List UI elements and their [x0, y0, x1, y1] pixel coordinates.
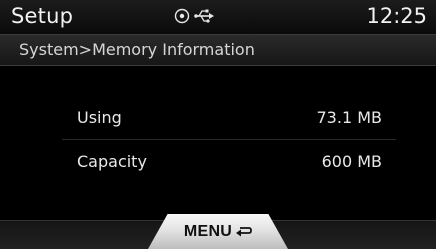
breadcrumb-bar: System>Memory Information: [0, 35, 436, 66]
capacity-value: 600 MB: [321, 152, 382, 171]
using-label: Using: [77, 108, 122, 127]
usb-icon: [194, 9, 214, 23]
capacity-label: Capacity: [77, 152, 147, 171]
using-value: 73.1 MB: [316, 108, 383, 127]
memory-row-using: Using 73.1 MB: [62, 96, 396, 140]
return-arrow-icon: [236, 226, 253, 238]
status-bar: Setup 12:25: [0, 0, 436, 35]
memory-info-panel: Using 73.1 MB Capacity 600 MB: [0, 66, 436, 220]
page-title: Setup: [11, 4, 74, 28]
menu-button[interactable]: MENU: [148, 214, 288, 249]
menu-label: MENU: [183, 222, 233, 240]
disc-icon: [174, 8, 190, 24]
breadcrumb: System>Memory Information: [19, 40, 255, 59]
clock: 12:25: [366, 4, 427, 28]
status-icons: [174, 7, 214, 25]
screen: Setup 12:25 System>Memory Information Us…: [0, 0, 436, 249]
memory-row-capacity: Capacity 600 MB: [62, 139, 396, 184]
